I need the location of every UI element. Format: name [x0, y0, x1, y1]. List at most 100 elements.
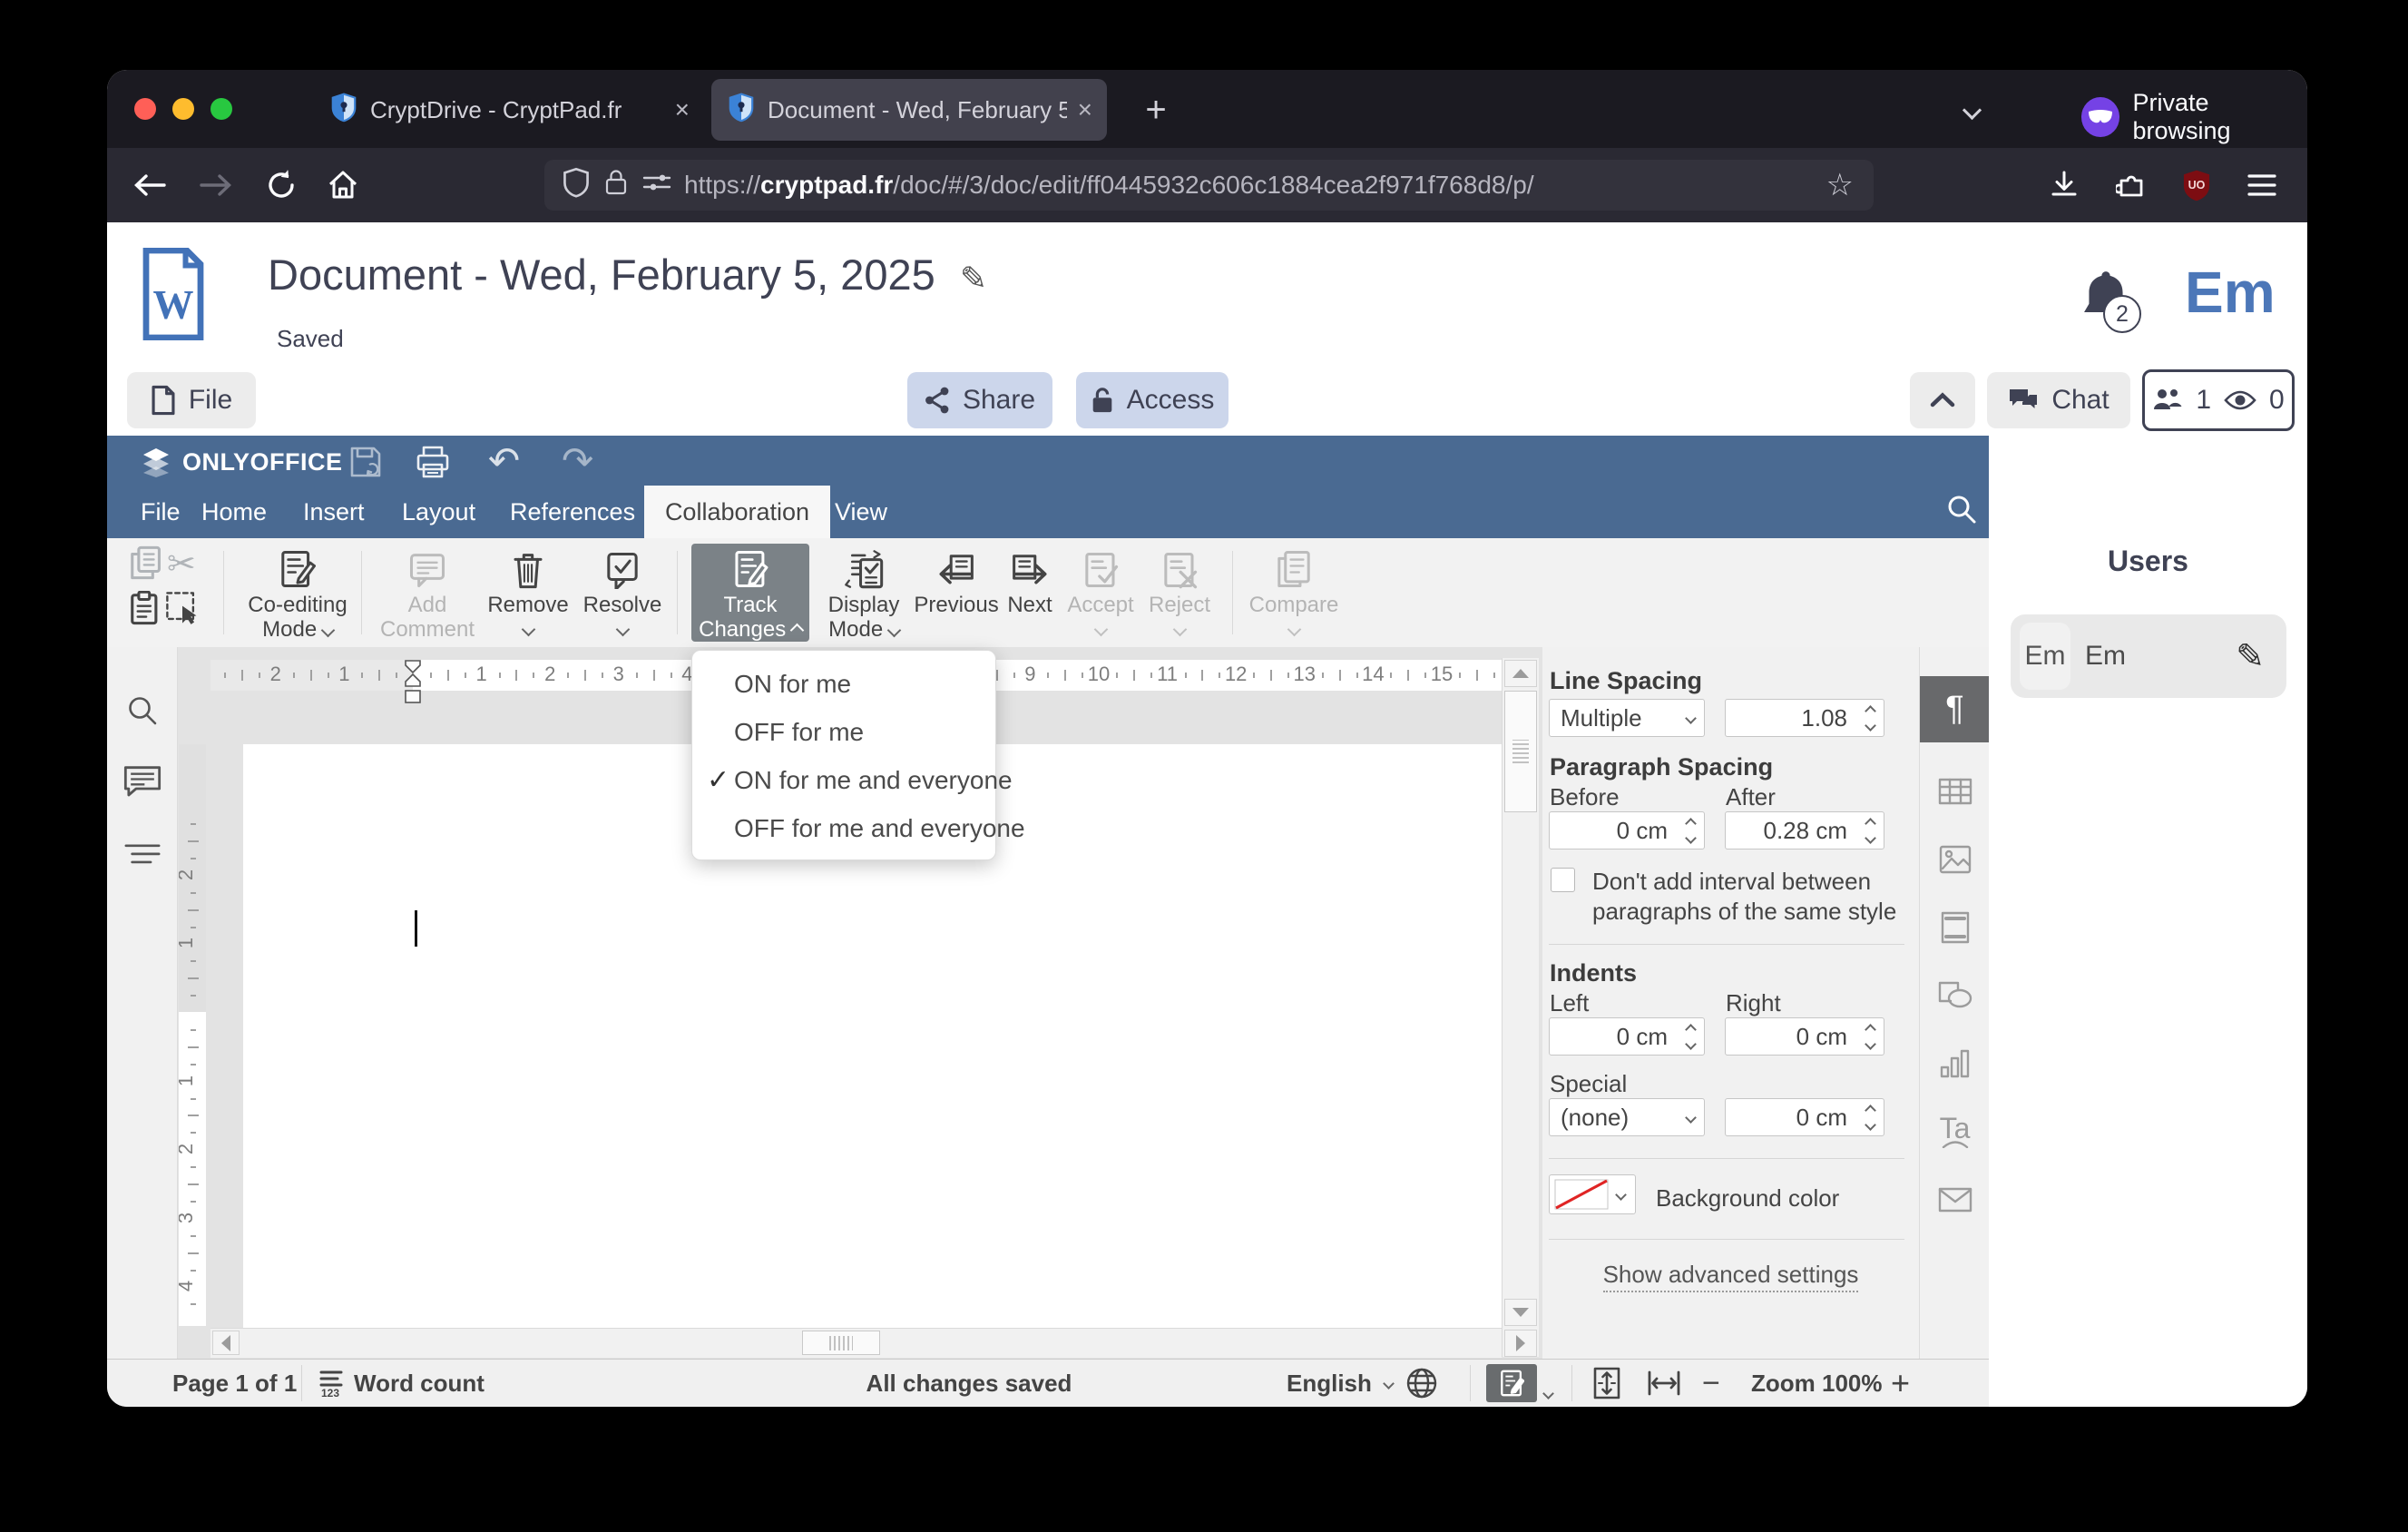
back-icon[interactable]	[125, 161, 174, 210]
scroll-up-button[interactable]	[1504, 660, 1537, 687]
navigation-headings-icon[interactable]	[123, 840, 162, 875]
menu-references[interactable]: References	[503, 486, 642, 538]
url-bar[interactable]: https://cryptpad.fr/doc/#/3/doc/edit/ff0…	[544, 160, 1874, 211]
indent-markers[interactable]	[404, 660, 422, 710]
text-art-settings-icon[interactable]: Ta	[1920, 1098, 1990, 1164]
menu-file[interactable]: File	[133, 486, 188, 538]
forward-icon[interactable]	[191, 161, 240, 210]
edit-title-pencil-icon[interactable]: ✎	[960, 260, 987, 297]
spacing-after-spinner[interactable]: 0.28 cm	[1725, 811, 1884, 849]
image-settings-icon[interactable]	[1920, 826, 1990, 892]
dropdown-item-on-for-me[interactable]: ON for me	[692, 660, 995, 708]
notifications-bell-icon[interactable]: 2	[2078, 266, 2141, 333]
hscrollbar-thumb[interactable]	[802, 1331, 880, 1355]
account-initials[interactable]: Em	[2185, 259, 2276, 326]
language-selector[interactable]: English	[1287, 1360, 1438, 1407]
page-indicator[interactable]: Page 1 of 1	[172, 1360, 297, 1407]
permissions-sliders-icon[interactable]	[642, 171, 671, 200]
new-tab-button[interactable]: +	[1132, 86, 1180, 133]
document-title[interactable]: Document - Wed, February 5, 2025 ✎	[268, 250, 987, 300]
editor-search-icon[interactable]	[1943, 492, 1980, 533]
show-advanced-settings-link[interactable]: Show advanced settings	[1542, 1261, 1919, 1292]
background-color-picker[interactable]	[1549, 1174, 1636, 1214]
collapse-toolbar-button[interactable]	[1910, 372, 1975, 428]
ublock-origin-icon[interactable]: UO	[2172, 161, 2221, 210]
file-menu-button[interactable]: File	[127, 372, 256, 428]
dropdown-item-off-for-me[interactable]: OFF for me	[692, 708, 995, 756]
home-icon[interactable]	[318, 161, 367, 210]
special-amount-spinner[interactable]: 0 cm	[1725, 1098, 1884, 1136]
line-spacing-select[interactable]: Multiple	[1549, 699, 1705, 737]
share-button[interactable]: Share	[907, 372, 1052, 428]
tab-document-active[interactable]: Document - Wed, February 5, 20 ×	[711, 79, 1107, 141]
macos-zoom-button[interactable]	[210, 98, 232, 120]
access-button[interactable]: Access	[1076, 372, 1228, 428]
copy-icon[interactable]	[129, 545, 162, 584]
find-icon[interactable]	[125, 694, 160, 733]
redo-icon[interactable]: ↷	[562, 442, 593, 480]
indent-right-spinner[interactable]: 0 cm	[1725, 1017, 1884, 1056]
edit-user-name-pencil-icon[interactable]: ✎	[2236, 636, 2265, 677]
chart-settings-icon[interactable]	[1920, 1030, 1990, 1096]
tracking-shield-icon[interactable]	[563, 167, 590, 204]
menu-view[interactable]: View	[827, 486, 895, 538]
vertical-scrollbar[interactable]	[1502, 658, 1539, 1357]
undo-icon[interactable]: ↶	[488, 442, 520, 480]
track-toggle-chevron-icon[interactable]	[1542, 1378, 1554, 1406]
macos-minimize-button[interactable]	[172, 98, 194, 120]
bookmark-star-icon[interactable]: ☆	[1826, 167, 1854, 203]
scroll-down-button[interactable]	[1504, 1299, 1537, 1326]
resolve-comment-button[interactable]: Resolve	[581, 544, 664, 642]
display-mode-button[interactable]: Display Mode	[817, 544, 911, 642]
track-changes-button[interactable]: Track Changes	[691, 544, 809, 642]
menu-insert[interactable]: Insert	[296, 486, 372, 538]
dropdown-item-on-for-everyone[interactable]: ✓ ON for me and everyone	[692, 756, 1013, 804]
menu-collaboration-active[interactable]: Collaboration	[644, 486, 830, 538]
menu-layout[interactable]: Layout	[395, 486, 483, 538]
track-changes-toggle[interactable]	[1486, 1364, 1537, 1402]
fit-width-button[interactable]	[1646, 1360, 1682, 1407]
menu-home[interactable]: Home	[194, 486, 274, 538]
tab-close-icon[interactable]: ×	[675, 95, 690, 124]
macos-close-button[interactable]	[134, 98, 156, 120]
co-editing-mode-button[interactable]: Co-editing Mode	[245, 544, 350, 642]
previous-change-button[interactable]: Previous	[914, 544, 999, 642]
table-settings-icon[interactable]	[1920, 758, 1990, 824]
scroll-right-button[interactable]	[1504, 1330, 1537, 1357]
dropdown-item-off-for-everyone[interactable]: OFF for me and everyone	[692, 804, 1025, 852]
spacing-before-spinner[interactable]: 0 cm	[1549, 811, 1705, 849]
tab-cryptdrive[interactable]: CryptDrive - CryptPad.fr ×	[314, 79, 704, 141]
paragraph-settings-icon[interactable]: ¶	[1920, 676, 1990, 742]
list-all-tabs-chevron-icon[interactable]	[1949, 90, 1994, 130]
fit-page-button[interactable]	[1591, 1360, 1622, 1407]
special-select[interactable]: (none)	[1549, 1098, 1705, 1136]
next-change-button[interactable]: Next	[1000, 544, 1060, 642]
zoom-out-button[interactable]: −	[1702, 1360, 1720, 1407]
tab-close-icon[interactable]: ×	[1078, 95, 1092, 124]
session-users-button[interactable]: 1 0	[2142, 369, 2295, 431]
vertical-ruler[interactable]: 2 1 1 2 3 4	[179, 744, 206, 1326]
line-spacing-amount-spinner[interactable]: 1.08	[1725, 699, 1884, 737]
remove-comment-button[interactable]: Remove	[486, 544, 570, 642]
mail-merge-icon[interactable]	[1920, 1166, 1990, 1232]
scrollbar-thumb[interactable]	[1504, 691, 1537, 812]
paste-icon[interactable]	[129, 590, 162, 630]
select-all-icon[interactable]	[165, 591, 200, 630]
horizontal-scrollbar[interactable]	[210, 1328, 1502, 1358]
save-icon[interactable]	[348, 445, 383, 484]
chat-button[interactable]: Chat	[1987, 372, 2130, 428]
menu-hamburger-icon[interactable]	[2237, 161, 2286, 210]
cut-icon[interactable]: ✂	[167, 544, 196, 584]
interval-checkbox[interactable]	[1551, 868, 1575, 892]
zoom-in-button[interactable]: +	[1891, 1360, 1910, 1407]
extensions-icon[interactable]	[2107, 161, 2156, 210]
scroll-left-button[interactable]	[212, 1331, 240, 1355]
downloads-icon[interactable]	[2040, 161, 2089, 210]
print-icon[interactable]	[415, 445, 451, 484]
word-count-button[interactable]: 123 Word count	[318, 1360, 485, 1407]
shape-settings-icon[interactable]	[1920, 962, 1990, 1028]
header-footer-settings-icon[interactable]	[1920, 894, 1990, 960]
reload-icon[interactable]	[257, 161, 306, 210]
comments-panel-icon[interactable]	[123, 765, 162, 804]
indent-left-spinner[interactable]: 0 cm	[1549, 1017, 1705, 1056]
